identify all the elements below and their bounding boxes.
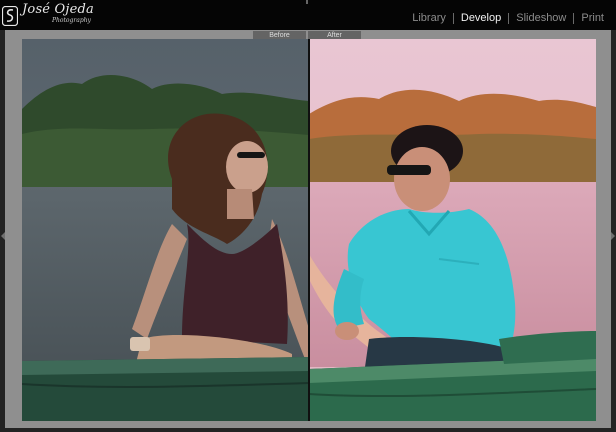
panel-toggle-notch[interactable]: [306, 0, 308, 4]
before-after-divider[interactable]: [308, 39, 310, 421]
before-photo: [22, 39, 309, 421]
module-slideshow[interactable]: Slideshow: [514, 12, 568, 24]
right-panel-arrow-icon[interactable]: [611, 232, 615, 240]
left-panel-arrow-icon[interactable]: [1, 232, 5, 240]
identity-plate[interactable]: José Ojeda Photography: [2, 2, 94, 29]
module-separator: [573, 12, 575, 24]
module-picker: Library Develop Slideshow Print: [410, 10, 606, 26]
module-library[interactable]: Library: [410, 12, 448, 24]
after-view[interactable]: [309, 39, 596, 421]
module-print[interactable]: Print: [579, 12, 606, 24]
before-view[interactable]: [22, 39, 309, 421]
module-develop[interactable]: Develop: [459, 12, 503, 24]
module-separator: [452, 12, 454, 24]
top-bar: José Ojeda Photography Library Develop S…: [0, 0, 616, 30]
after-photo: [309, 39, 596, 421]
module-separator: [508, 12, 510, 24]
brand-name: José Ojeda: [22, 2, 94, 17]
logo-icon: [2, 6, 18, 26]
brand-subtitle: Photography: [52, 17, 91, 24]
photo-preview[interactable]: [22, 39, 596, 421]
